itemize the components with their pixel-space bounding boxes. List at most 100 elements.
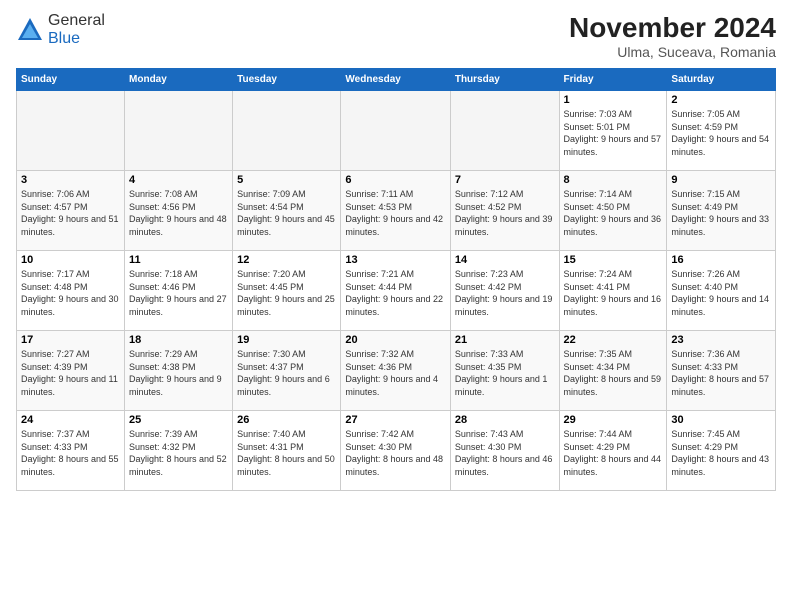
calendar-cell: 11 Sunrise: 7:18 AM Sunset: 4:46 PM Dayli… — [125, 251, 233, 331]
day-info: Sunrise: 7:20 AM Sunset: 4:45 PM Dayligh… — [237, 268, 336, 318]
day-info: Sunrise: 7:12 AM Sunset: 4:52 PM Dayligh… — [455, 188, 555, 238]
day-number: 23 — [671, 334, 771, 346]
calendar-week-row: 1 Sunrise: 7:03 AM Sunset: 5:01 PM Daylig… — [17, 91, 776, 171]
calendar-cell: 8 Sunrise: 7:14 AM Sunset: 4:50 PM Daylig… — [559, 171, 667, 251]
day-info: Sunrise: 7:03 AM Sunset: 5:01 PM Dayligh… — [564, 108, 663, 158]
day-info: Sunrise: 7:40 AM Sunset: 4:31 PM Dayligh… — [237, 428, 336, 478]
calendar-cell — [233, 91, 341, 171]
day-number: 10 — [21, 254, 120, 266]
calendar-cell — [17, 91, 125, 171]
day-number: 25 — [129, 414, 228, 426]
calendar-week-row: 3Sunrise: 7:06 AM Sunset: 4:57 PM Daylig… — [17, 171, 776, 251]
calendar-cell: 2Sunrise: 7:05 AM Sunset: 4:59 PM Daylig… — [667, 91, 776, 171]
day-number: 30 — [671, 414, 771, 426]
calendar-cell: 17 Sunrise: 7:27 AM Sunset: 4:39 PM Dayli… — [17, 331, 125, 411]
day-number: 13 — [345, 254, 445, 266]
page: General Blue November 2024 Ulma, Suceava… — [0, 0, 792, 612]
day-number: 15 — [564, 254, 663, 266]
calendar-cell: 22Sunrise: 7:35 AM Sunset: 4:34 PM Dayli… — [559, 331, 667, 411]
day-number: 18 — [129, 334, 228, 346]
day-number: 9 — [671, 174, 771, 186]
logo-text: General Blue — [48, 12, 105, 48]
calendar-cell: 6 Sunrise: 7:11 AM Sunset: 4:53 PM Daylig… — [341, 171, 450, 251]
day-info: Sunrise: 7:33 AM Sunset: 4:35 PM Dayligh… — [455, 348, 555, 398]
day-info: Sunrise: 7:29 AM Sunset: 4:38 PM Dayligh… — [129, 348, 228, 398]
location: Ulma, Suceava, Romania — [569, 44, 776, 60]
calendar-week-row: 24 Sunrise: 7:37 AM Sunset: 4:33 PM Dayli… — [17, 411, 776, 491]
calendar-cell: 3Sunrise: 7:06 AM Sunset: 4:57 PM Daylig… — [17, 171, 125, 251]
day-number: 24 — [21, 414, 120, 426]
day-info: Sunrise: 7:23 AM Sunset: 4:42 PM Dayligh… — [455, 268, 555, 318]
calendar-cell: 10 Sunrise: 7:17 AM Sunset: 4:48 PM Dayli… — [17, 251, 125, 331]
calendar-cell: 29Sunrise: 7:44 AM Sunset: 4:29 PM Dayli… — [559, 411, 667, 491]
calendar-cell — [341, 91, 450, 171]
calendar-cell: 12 Sunrise: 7:20 AM Sunset: 4:45 PM Dayli… — [233, 251, 341, 331]
logo-general: General — [48, 12, 105, 29]
calendar-cell: 20 Sunrise: 7:32 AM Sunset: 4:36 PM Dayli… — [341, 331, 450, 411]
day-info: Sunrise: 7:30 AM Sunset: 4:37 PM Dayligh… — [237, 348, 336, 398]
calendar-cell: 15 Sunrise: 7:24 AM Sunset: 4:41 PM Dayli… — [559, 251, 667, 331]
calendar-cell: 28 Sunrise: 7:43 AM Sunset: 4:30 PM Dayli… — [450, 411, 559, 491]
day-info: Sunrise: 7:32 AM Sunset: 4:36 PM Dayligh… — [345, 348, 445, 398]
day-number: 26 — [237, 414, 336, 426]
col-wednesday: Wednesday — [341, 69, 450, 91]
day-number: 20 — [345, 334, 445, 346]
calendar-cell: 30 Sunrise: 7:45 AM Sunset: 4:29 PM Dayli… — [667, 411, 776, 491]
calendar-cell: 24 Sunrise: 7:37 AM Sunset: 4:33 PM Dayli… — [17, 411, 125, 491]
day-info: Sunrise: 7:42 AM Sunset: 4:30 PM Dayligh… — [345, 428, 445, 478]
day-info: Sunrise: 7:45 AM Sunset: 4:29 PM Dayligh… — [671, 428, 771, 478]
calendar-cell: 9 Sunrise: 7:15 AM Sunset: 4:49 PM Daylig… — [667, 171, 776, 251]
day-number: 12 — [237, 254, 336, 266]
day-info: Sunrise: 7:05 AM Sunset: 4:59 PM Dayligh… — [671, 108, 771, 158]
day-info: Sunrise: 7:17 AM Sunset: 4:48 PM Dayligh… — [21, 268, 120, 318]
day-number: 28 — [455, 414, 555, 426]
day-info: Sunrise: 7:24 AM Sunset: 4:41 PM Dayligh… — [564, 268, 663, 318]
day-info: Sunrise: 7:37 AM Sunset: 4:33 PM Dayligh… — [21, 428, 120, 478]
col-friday: Friday — [559, 69, 667, 91]
calendar-cell: 27Sunrise: 7:42 AM Sunset: 4:30 PM Dayli… — [341, 411, 450, 491]
day-info: Sunrise: 7:44 AM Sunset: 4:29 PM Dayligh… — [564, 428, 663, 478]
col-tuesday: Tuesday — [233, 69, 341, 91]
calendar-cell: 26 Sunrise: 7:40 AM Sunset: 4:31 PM Dayli… — [233, 411, 341, 491]
title-area: November 2024 Ulma, Suceava, Romania — [569, 12, 776, 60]
calendar-cell: 18 Sunrise: 7:29 AM Sunset: 4:38 PM Dayli… — [125, 331, 233, 411]
calendar-cell: 7 Sunrise: 7:12 AM Sunset: 4:52 PM Daylig… — [450, 171, 559, 251]
day-info: Sunrise: 7:06 AM Sunset: 4:57 PM Dayligh… — [21, 188, 120, 238]
day-number: 16 — [671, 254, 771, 266]
calendar-cell: 14Sunrise: 7:23 AM Sunset: 4:42 PM Dayli… — [450, 251, 559, 331]
calendar-cell: 4 Sunrise: 7:08 AM Sunset: 4:56 PM Daylig… — [125, 171, 233, 251]
day-number: 21 — [455, 334, 555, 346]
day-number: 6 — [345, 174, 445, 186]
day-info: Sunrise: 7:43 AM Sunset: 4:30 PM Dayligh… — [455, 428, 555, 478]
day-number: 17 — [21, 334, 120, 346]
day-info: Sunrise: 7:27 AM Sunset: 4:39 PM Dayligh… — [21, 348, 120, 398]
logo-icon — [16, 16, 44, 44]
day-info: Sunrise: 7:11 AM Sunset: 4:53 PM Dayligh… — [345, 188, 445, 238]
day-number: 4 — [129, 174, 228, 186]
calendar: Sunday Monday Tuesday Wednesday Thursday… — [16, 68, 776, 491]
day-number: 1 — [564, 94, 663, 106]
calendar-cell: 16Sunrise: 7:26 AM Sunset: 4:40 PM Dayli… — [667, 251, 776, 331]
calendar-cell: 1 Sunrise: 7:03 AM Sunset: 5:01 PM Daylig… — [559, 91, 667, 171]
calendar-cell: 5Sunrise: 7:09 AM Sunset: 4:54 PM Daylig… — [233, 171, 341, 251]
day-info: Sunrise: 7:14 AM Sunset: 4:50 PM Dayligh… — [564, 188, 663, 238]
logo-blue: Blue — [48, 30, 80, 47]
day-number: 19 — [237, 334, 336, 346]
day-info: Sunrise: 7:21 AM Sunset: 4:44 PM Dayligh… — [345, 268, 445, 318]
day-number: 11 — [129, 254, 228, 266]
month-year: November 2024 — [569, 12, 776, 44]
day-number: 8 — [564, 174, 663, 186]
logo: General Blue — [16, 12, 105, 48]
calendar-cell: 23Sunrise: 7:36 AM Sunset: 4:33 PM Dayli… — [667, 331, 776, 411]
day-info: Sunrise: 7:15 AM Sunset: 4:49 PM Dayligh… — [671, 188, 771, 238]
day-info: Sunrise: 7:39 AM Sunset: 4:32 PM Dayligh… — [129, 428, 228, 478]
calendar-header-row: Sunday Monday Tuesday Wednesday Thursday… — [17, 69, 776, 91]
col-monday: Monday — [125, 69, 233, 91]
calendar-cell: 21 Sunrise: 7:33 AM Sunset: 4:35 PM Dayli… — [450, 331, 559, 411]
calendar-week-row: 17 Sunrise: 7:27 AM Sunset: 4:39 PM Dayli… — [17, 331, 776, 411]
day-info: Sunrise: 7:18 AM Sunset: 4:46 PM Dayligh… — [129, 268, 228, 318]
day-info: Sunrise: 7:08 AM Sunset: 4:56 PM Dayligh… — [129, 188, 228, 238]
calendar-cell: 13 Sunrise: 7:21 AM Sunset: 4:44 PM Dayli… — [341, 251, 450, 331]
col-saturday: Saturday — [667, 69, 776, 91]
day-number: 7 — [455, 174, 555, 186]
